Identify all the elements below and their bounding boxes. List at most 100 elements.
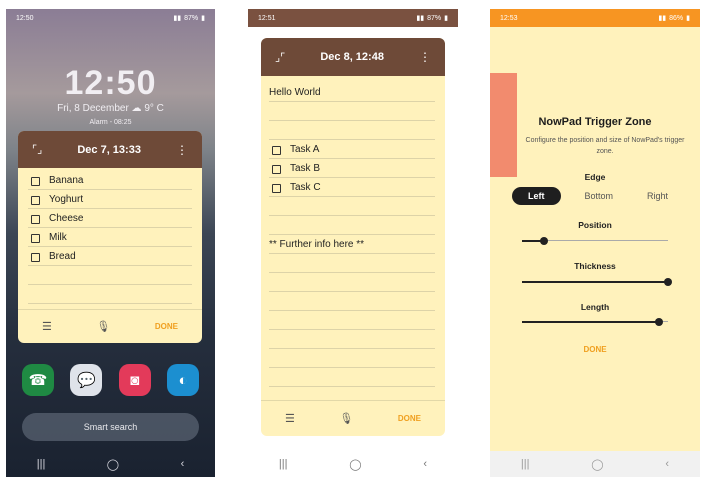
note-footer: ☰ 🎙 DONE [261,400,445,436]
home-button[interactable]: ◯ [591,458,603,471]
phone-lockscreen: 12:50 ▮▮ 87% ▮ 12:50 Fri, 8 December ☁ 9… [6,9,215,477]
empty-line[interactable] [269,216,435,235]
signal-icon: ▮▮ [658,15,667,22]
note-lines: Hello World Task A Task B Task C ** Furt… [269,83,435,387]
list-item[interactable]: Bread [28,247,192,266]
done-button[interactable]: DONE [155,322,178,331]
position-label: Position [578,220,612,230]
thickness-slider[interactable] [522,277,672,286]
note-line[interactable]: Hello World [269,83,435,102]
lock-alarm: Alarm - 08:25 [89,119,132,126]
note-widget[interactable]: ⌟⌜ Dec 8, 12:48 ⋮ Hello World Task A Tas… [261,38,445,436]
checkbox[interactable] [31,196,40,205]
checkbox[interactable] [31,177,40,186]
edge-app-icon[interactable]: ◐ [166,364,199,396]
checkbox[interactable] [272,184,281,193]
note-footer: ☰ 🎙 DONE [18,309,202,343]
note-line[interactable]: ** Further info here ** [269,235,435,254]
edge-label: Edge [584,172,606,182]
collapse-icon[interactable]: ⌟⌜ [275,51,285,64]
done-button[interactable]: DONE [490,345,700,354]
back-button[interactable]: ‹ [181,458,185,470]
phone-trigger-zone-settings: 12:53 ▮▮ 86% ▮ NowPad Trigger Zone Confi… [490,9,700,477]
position-slider[interactable] [522,236,668,245]
edge-option-right[interactable]: Right [637,188,678,204]
messages-app-icon[interactable]: 💬 [70,364,103,396]
slider-knob[interactable] [655,317,664,326]
note-lines: Banana Yoghurt Cheese Milk Bread [28,171,192,304]
list-item[interactable]: Task B [269,159,435,178]
slider-fill [522,280,668,283]
battery-icon: ▮ [201,15,205,22]
battery-level: 86% [669,14,684,22]
edge-option-left[interactable]: Left [512,187,561,205]
microphone-icon[interactable]: 🎙 [339,412,353,425]
recents-button[interactable]: ||| [37,458,46,470]
nav-bar: ||| ◯ ‹ [248,451,458,477]
page-subtitle: Configure the position and size of NowPa… [525,137,685,155]
list-item[interactable]: Milk [28,228,192,247]
slider-knob[interactable] [664,277,672,286]
phone-app-icon[interactable]: ☎ [22,364,54,396]
status-time: 12:50 [16,14,34,22]
edge-selector: Left Bottom Right [512,187,678,205]
empty-line[interactable] [269,102,435,121]
length-slider[interactable] [522,317,668,326]
expand-icon[interactable]: ⌜⌟ [32,143,42,156]
list-item[interactable]: Task C [269,178,435,197]
list-icon[interactable]: ☰ [285,412,295,425]
empty-line[interactable] [269,273,435,292]
list-item[interactable]: Yoghurt [28,190,192,209]
nav-bar: ||| ◯ ‹ [6,451,215,477]
smart-search-bar[interactable]: Smart search [22,413,199,441]
status-time: 12:51 [258,14,276,22]
list-icon[interactable]: ☰ [42,320,52,333]
app-dock: ☎ 💬 ◙ ◐ [22,364,199,396]
home-button[interactable]: ◯ [349,458,361,471]
microphone-icon[interactable]: 🎙 [96,320,110,333]
slider-knob[interactable] [539,236,548,245]
battery-level: 87% [427,14,442,22]
more-options-icon[interactable]: ⋮ [176,143,188,157]
checkbox[interactable] [31,253,40,262]
empty-line[interactable] [269,121,435,140]
lock-date: Fri, 8 December ☁ 9° C [57,103,164,114]
list-item[interactable]: Cheese [28,209,192,228]
checkbox[interactable] [31,215,40,224]
empty-line[interactable] [269,254,435,273]
phone-note-view: 12:51 ▮▮ 87% ▮ ⌟⌜ Dec 8, 12:48 ⋮ Hello W… [248,9,458,477]
recents-button[interactable]: ||| [521,458,530,470]
empty-line[interactable] [269,368,435,387]
list-item[interactable]: Banana [28,171,192,190]
more-options-icon[interactable]: ⋮ [419,50,431,64]
empty-line[interactable] [28,266,192,285]
checkbox[interactable] [31,234,40,243]
empty-line[interactable] [28,285,192,304]
back-button[interactable]: ‹ [423,458,427,470]
note-header: ⌟⌜ Dec 8, 12:48 ⋮ [261,38,445,76]
checkbox[interactable] [272,146,281,155]
home-button[interactable]: ◯ [107,458,119,471]
page-title: NowPad Trigger Zone [538,116,652,128]
note-widget[interactable]: ⌜⌟ Dec 7, 13:33 ⋮ Banana Yoghurt Cheese … [18,131,202,343]
status-bar: 12:50 ▮▮ 87% ▮ [6,9,215,27]
list-item[interactable]: Task A [269,140,435,159]
empty-line[interactable] [269,311,435,330]
empty-line[interactable] [269,292,435,311]
slider-fill [522,320,660,323]
thickness-label: Thickness [574,261,616,271]
empty-line[interactable] [269,197,435,216]
signal-icon: ▮▮ [173,15,182,22]
empty-line[interactable] [269,330,435,349]
empty-line[interactable] [269,349,435,368]
battery-level: 87% [184,14,199,22]
note-title: Dec 8, 12:48 [320,51,384,63]
checkbox[interactable] [272,165,281,174]
recents-button[interactable]: ||| [279,458,288,470]
edge-option-bottom[interactable]: Bottom [574,188,623,204]
camera-app-icon[interactable]: ◙ [118,364,151,396]
signal-icon: ▮▮ [416,15,425,22]
done-button[interactable]: DONE [398,414,421,423]
status-bar: 12:53 ▮▮ 86% ▮ [490,9,700,27]
back-button[interactable]: ‹ [665,458,669,470]
